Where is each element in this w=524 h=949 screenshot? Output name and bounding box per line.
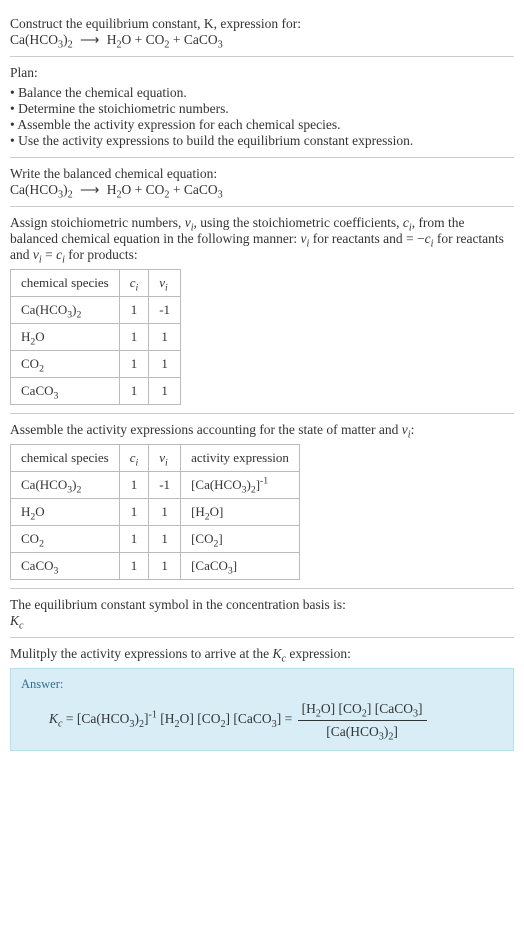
denominator: [Ca(HCO3)2] [298,721,427,743]
cell-species: Ca(HCO3)2 [11,297,120,324]
balanced-section: Write the balanced chemical equation: Ca… [10,158,514,207]
t: for reactants and [309,231,406,246]
table-row: CaCO3 1 1 [11,378,181,405]
col-ci: ci [119,270,149,297]
multiply-section: Mulitply the activity expressions to arr… [10,638,514,751]
cell: CO2 [11,526,120,553]
cell: -1 [149,472,181,499]
cell-c: 1 [119,297,149,324]
table-row: CO2 1 1 [11,351,181,378]
multiply-text: Mulitply the activity expressions to arr… [10,646,514,662]
cell-v: 1 [149,324,181,351]
eq2-left: Ca(HCO3)2 [10,182,73,197]
col-species: chemical species [11,270,120,297]
answer-equation: Kc = [Ca(HCO3)2]-1 [H2O] [CO2] [CaCO3] =… [49,698,503,742]
cell: [Ca(HCO3)2]-1 [181,472,300,499]
col-activity: activity expression [181,445,300,472]
col-ci: ci [119,445,149,472]
kc-symbol-section: The equilibrium constant symbol in the c… [10,589,514,638]
cell-species: CO2 [11,351,120,378]
stoich-table: chemical species ci νi Ca(HCO3)2 1 -1 H2… [10,269,181,405]
cell: 1 [149,526,181,553]
t: : [411,422,415,437]
col-species: chemical species [11,445,120,472]
arrow-icon: ⟶ [80,182,99,197]
kc-text: The equilibrium constant symbol in the c… [10,597,514,613]
cell-c: 1 [119,351,149,378]
table-header: chemical species ci νi [11,270,181,297]
table-row: H2O 1 1 [11,324,181,351]
arrow-icon: ⟶ [80,32,99,47]
plan-item: Assemble the activity expression for eac… [10,117,514,133]
cell: 1 [119,526,149,553]
t: Assemble the activity expressions accoun… [10,422,402,437]
cell-v: -1 [149,297,181,324]
plan-section: Plan: Balance the chemical equation. Det… [10,57,514,158]
table-row: Ca(HCO3)2 1 -1 [Ca(HCO3)2]-1 [11,472,300,499]
cell-species: CaCO3 [11,378,120,405]
t: , using the stoichiometric coefficients, [194,215,403,230]
write-balanced-text: Write the balanced chemical equation: [10,166,514,182]
cell: 1 [119,553,149,580]
activity-section: Assemble the activity expressions accoun… [10,414,514,589]
col-vi: νi [149,445,181,472]
answer-label: Answer: [21,677,503,692]
equation-1: Ca(HCO3)2 ⟶ H2O + CO2 + CaCO3 [10,32,514,48]
cell: [CO2] [181,526,300,553]
construct-line: Construct the equilibrium constant, K, e… [10,16,514,32]
answer-box: Answer: Kc = [Ca(HCO3)2]-1 [H2O] [CO2] [… [10,668,514,751]
cell-v: 1 [149,378,181,405]
cell: 1 [119,472,149,499]
activity-table: chemical species ci νi activity expressi… [10,444,300,580]
kc-symbol: Kc [10,613,514,629]
cell: CaCO3 [11,553,120,580]
cell: H2O [11,499,120,526]
t: Mulitply the activity expressions to arr… [10,646,272,661]
assign-section: Assign stoichiometric numbers, νi , using… [10,207,514,414]
numerator: [H2O] [CO2] [CaCO3] [298,698,427,721]
plan-item: Determine the stoichiometric numbers. [10,101,514,117]
cell: [H2O] [181,499,300,526]
eq-left: Ca(HCO3)2 [10,32,73,47]
plan-label: Plan: [10,65,514,81]
t: Assign stoichiometric numbers, [10,215,185,230]
plan-item: Use the activity expressions to build th… [10,133,514,149]
cell-c: 1 [119,378,149,405]
cell: 1 [149,499,181,526]
intro-section: Construct the equilibrium constant, K, e… [10,8,514,57]
t: = −ci [406,231,433,246]
t: for products: [65,247,138,262]
construct-text: Construct the equilibrium constant, K, e… [10,16,301,31]
fraction: [H2O] [CO2] [CaCO3] [Ca(HCO3)2] [298,698,427,742]
plan-list: Balance the chemical equation. Determine… [10,85,514,149]
cell: 1 [119,499,149,526]
assign-text: Assign stoichiometric numbers, νi, using… [10,215,514,263]
equation-2: Ca(HCO3)2 ⟶ H2O + CO2 + CaCO3 [10,182,514,198]
table-row: CO2 1 1 [CO2] [11,526,300,553]
cell: Ca(HCO3)2 [11,472,120,499]
table-header: chemical species ci νi activity expressi… [11,445,300,472]
cell: [CaCO3] [181,553,300,580]
table-row: Ca(HCO3)2 1 -1 [11,297,181,324]
assemble-text: Assemble the activity expressions accoun… [10,422,514,438]
cell-v: 1 [149,351,181,378]
cell-c: 1 [119,324,149,351]
table-row: H2O 1 1 [H2O] [11,499,300,526]
t: expression: [286,646,351,661]
cell: 1 [149,553,181,580]
col-vi: νi [149,270,181,297]
table-row: CaCO3 1 1 [CaCO3] [11,553,300,580]
plan-item: Balance the chemical equation. [10,85,514,101]
cell-species: H2O [11,324,120,351]
eq2-right: H2O + CO2 + CaCO3 [107,182,223,197]
eq-right: H2O + CO2 + CaCO3 [107,32,223,47]
